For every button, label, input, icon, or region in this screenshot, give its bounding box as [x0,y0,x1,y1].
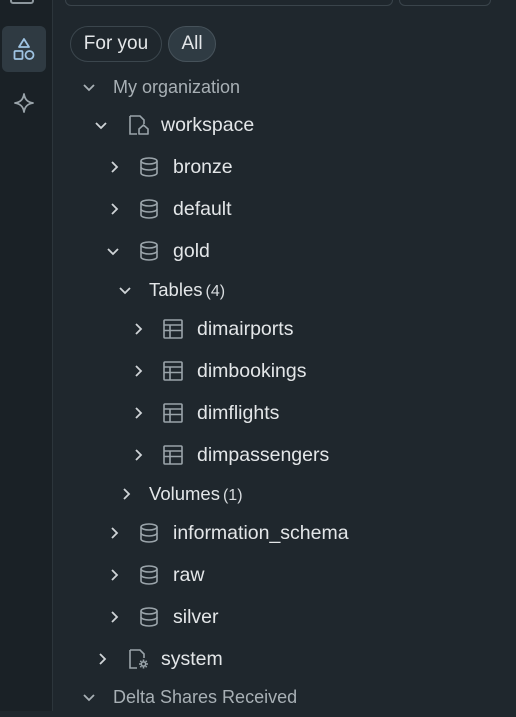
filter-for-you-label: For you [83,33,149,54]
chevron-down-icon[interactable] [93,117,109,133]
tree-label: dimbookings [197,360,307,382]
chevron-right-icon[interactable] [106,525,122,541]
database-icon [140,157,158,177]
chevron-down-icon[interactable] [81,79,97,95]
tree-item-schema-silver[interactable]: silver [0,597,516,637]
chevron-right-icon[interactable] [106,567,122,583]
tables-group-label: Tables (4) [149,278,225,304]
catalog-shapes-icon[interactable] [2,26,46,72]
volumes-count: (1) [222,487,243,504]
tree-label: dimairports [197,318,294,340]
tree-item-table-dimpassengers[interactable]: dimpassengers [0,435,516,475]
tree-label: bronze [173,156,233,178]
chevron-right-icon[interactable] [130,447,146,463]
tree-label: workspace [161,114,255,136]
filter-for-you-button[interactable]: For you [70,26,162,62]
tree-item-schema-information-schema[interactable]: information_schema [0,513,516,553]
database-icon [140,241,158,261]
chevron-right-icon[interactable] [130,321,146,337]
rail-top-icon[interactable] [10,0,34,4]
tree-label: dimpassengers [197,444,330,466]
tree-label: system [161,648,223,670]
database-icon [140,607,158,627]
tree-label: dimflights [197,402,280,424]
chevron-down-icon[interactable] [105,243,121,259]
tree-item-tables-group[interactable]: Tables (4) [0,270,516,310]
tree-item-schema-gold[interactable]: gold [0,231,516,271]
chevron-right-icon[interactable] [106,609,122,625]
tree-label: My organization [113,77,241,97]
tables-label: Tables [149,279,203,300]
tree-item-catalog-system[interactable]: system [0,639,516,679]
filter-all-label: All [181,33,203,54]
chevron-down-icon[interactable] [117,282,133,298]
tree-label: gold [173,240,210,262]
tree-label: Delta Shares Received [113,687,298,707]
chevron-down-icon[interactable] [81,689,97,705]
chevron-right-icon[interactable] [130,363,146,379]
tree-label: raw [173,564,205,586]
chevron-right-icon[interactable] [106,159,122,175]
table-icon [163,361,183,381]
tree-item-volumes-group[interactable]: Volumes (1) [0,474,516,514]
volumes-group-label: Volumes (1) [149,482,243,508]
tree-label: default [173,198,232,220]
chevron-right-icon[interactable] [94,651,110,667]
database-icon [140,199,158,219]
table-icon [163,445,183,465]
catalog-settings-icon [129,649,148,669]
tree-item-schema-raw[interactable]: raw [0,555,516,595]
table-icon [163,319,183,339]
tree-item-my-organization[interactable]: My organization [0,67,516,107]
tree-item-table-dimairports[interactable]: dimairports [0,309,516,349]
tables-count: (4) [205,283,226,300]
chevron-right-icon[interactable] [106,201,122,217]
volumes-label: Volumes [149,483,220,504]
chevron-right-icon[interactable] [130,405,146,421]
filter-all-button[interactable]: All [168,26,216,62]
tree-item-delta-shares-received[interactable]: Delta Shares Received [0,677,516,717]
table-icon [163,403,183,423]
tree-item-table-dimflights[interactable]: dimflights [0,393,516,433]
filter-button[interactable] [399,0,491,6]
tree-item-schema-default[interactable]: default [0,189,516,229]
tree-label: silver [173,606,219,628]
database-icon [140,523,158,543]
search-input[interactable] [65,0,393,6]
tree-item-table-dimbookings[interactable]: dimbookings [0,351,516,391]
database-icon [140,565,158,585]
chevron-right-icon[interactable] [118,486,134,502]
tree-item-workspace[interactable]: workspace [0,105,516,145]
tree-label: information_schema [173,522,349,544]
catalog-home-icon [129,115,149,135]
tree-item-schema-bronze[interactable]: bronze [0,147,516,187]
